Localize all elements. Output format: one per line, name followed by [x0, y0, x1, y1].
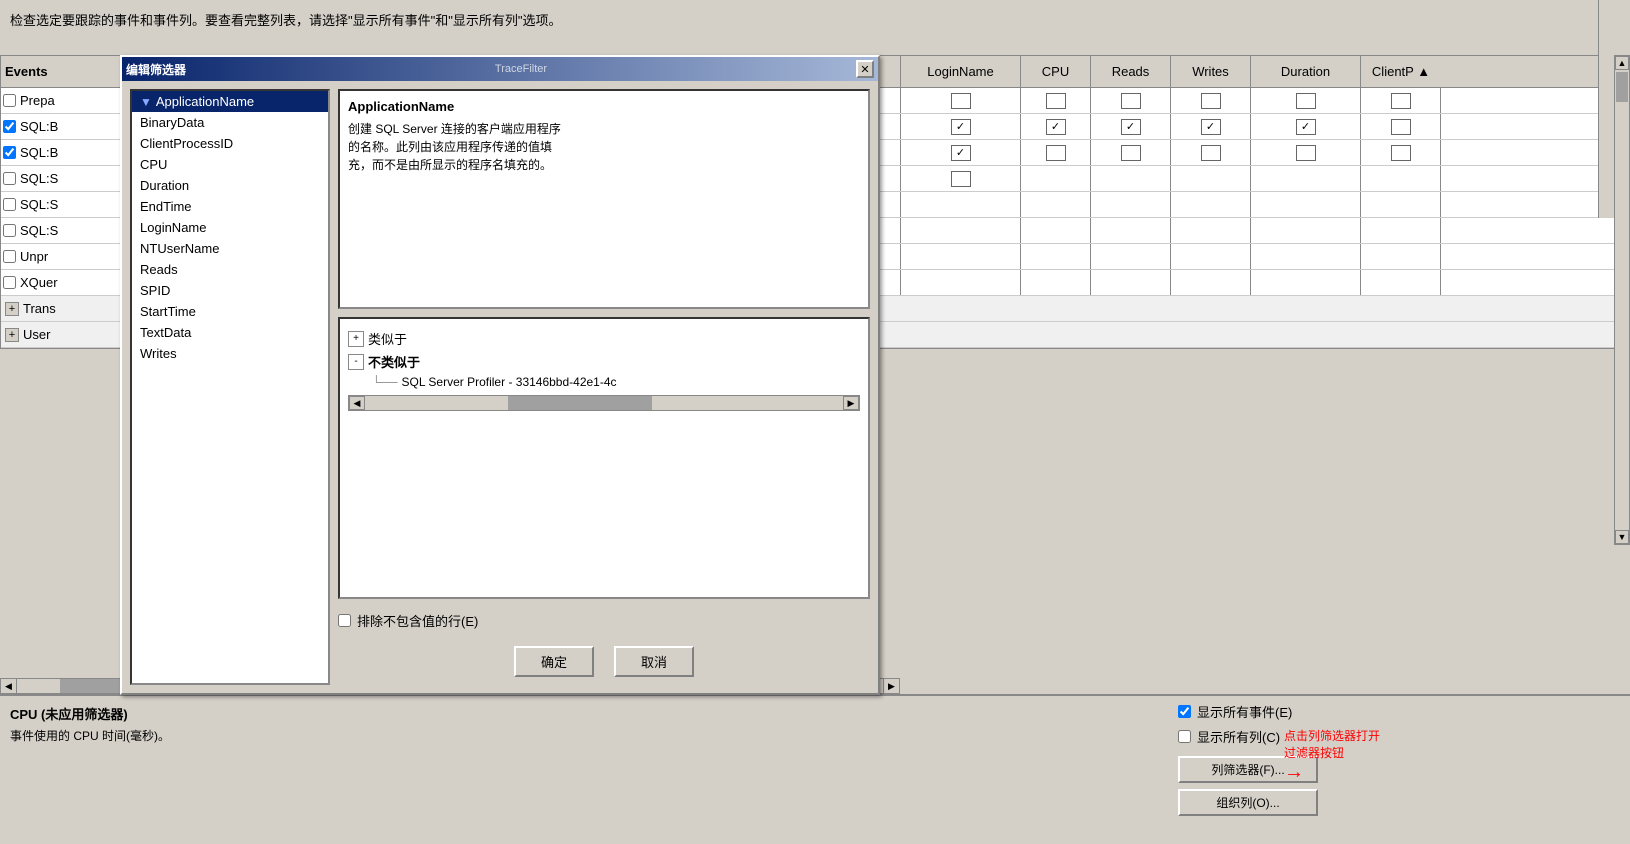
h-scroll-track	[365, 396, 843, 410]
modal-dialog: 编辑筛选器 TraceFilter ✕ ▼ ApplicationName Bi…	[120, 55, 880, 695]
h-scroll-left-btn[interactable]: ◀	[349, 396, 365, 410]
modal-overlay: 编辑筛选器 TraceFilter ✕ ▼ ApplicationName Bi…	[0, 0, 1630, 844]
filter-item-label: TextData	[140, 325, 191, 340]
filter-item-label: Duration	[140, 178, 189, 193]
criteria-similar-row: + 类似于	[348, 327, 860, 350]
filter-list-item[interactable]: ▼ ApplicationName	[132, 91, 328, 112]
filter-item-label: Reads	[140, 262, 178, 277]
filter-item-label: CPU	[140, 157, 167, 172]
cancel-button[interactable]: 取消	[614, 646, 694, 677]
filter-item-label: LoginName	[140, 220, 207, 235]
modal-title: 编辑筛选器	[126, 61, 186, 78]
filter-list-item[interactable]: Reads	[132, 259, 328, 280]
not-similar-value: SQL Server Profiler - 33146bbd-42e1-4c	[402, 375, 617, 389]
ok-button[interactable]: 确定	[514, 646, 594, 677]
modal-title-extra: TraceFilter	[186, 63, 856, 75]
filter-item-label: ClientProcessID	[140, 136, 233, 151]
modal-body: ▼ ApplicationName BinaryData ClientProce…	[122, 81, 878, 693]
tree-indent: └──	[372, 375, 398, 389]
filter-list-item[interactable]: EndTime	[132, 196, 328, 217]
filter-item-label: StartTime	[140, 304, 196, 319]
filter-description-box: ApplicationName 创建 SQL Server 连接的客户端应用程序…	[338, 89, 870, 309]
filter-list-item[interactable]: LoginName	[132, 217, 328, 238]
filter-desc-text: 创建 SQL Server 连接的客户端应用程序 的名称。此列由该应用程序传递的…	[348, 120, 860, 174]
modal-bottom-buttons: 确定 取消	[338, 638, 870, 685]
modal-titlebar: 编辑筛选器 TraceFilter ✕	[122, 57, 878, 81]
main-area: 检查选定要跟踪的事件和事件列。要查看完整列表，请选择"显示所有事件"和"显示所有…	[0, 0, 1630, 844]
not-similar-value-row: └── SQL Server Profiler - 33146bbd-42e1-…	[368, 373, 860, 391]
filter-list-item[interactable]: CPU	[132, 154, 328, 175]
exclude-row: 排除不包含值的行(E)	[338, 611, 870, 630]
h-scroll-right-btn[interactable]: ▶	[843, 396, 859, 410]
filter-list-item[interactable]: SPID	[132, 280, 328, 301]
criteria-h-scrollbar[interactable]: ◀ ▶	[348, 395, 860, 411]
filter-item-label: ApplicationName	[156, 94, 254, 109]
modal-close-button[interactable]: ✕	[856, 60, 874, 78]
criteria-not-similar-row: - 不类似于	[348, 350, 860, 373]
filter-desc-title: ApplicationName	[348, 99, 860, 114]
filter-item-label: NTUserName	[140, 241, 219, 256]
exclude-checkbox[interactable]	[338, 614, 351, 627]
filter-list-item[interactable]: Duration	[132, 175, 328, 196]
filter-list-item[interactable]: NTUserName	[132, 238, 328, 259]
filter-list-item[interactable]: ClientProcessID	[132, 133, 328, 154]
filter-right-panel: ApplicationName 创建 SQL Server 连接的客户端应用程序…	[338, 89, 870, 685]
filter-item-label: BinaryData	[140, 115, 204, 130]
filter-column-list: ▼ ApplicationName BinaryData ClientProce…	[130, 89, 330, 685]
filter-list-item[interactable]: BinaryData	[132, 112, 328, 133]
filter-list-item[interactable]: Writes	[132, 343, 328, 364]
filter-icon: ▼	[140, 95, 152, 109]
not-similar-expand-btn[interactable]: -	[348, 354, 364, 370]
filter-criteria-box: + 类似于 - 不类似于 └── SQL Server Profiler - 3…	[338, 317, 870, 599]
similar-label: 类似于	[368, 329, 407, 348]
filter-list-item[interactable]: StartTime	[132, 301, 328, 322]
h-scroll-thumb[interactable]	[508, 396, 651, 410]
filter-item-label: SPID	[140, 283, 170, 298]
not-similar-label: 不类似于	[368, 352, 420, 371]
filter-item-label: EndTime	[140, 199, 192, 214]
filter-list-item[interactable]: TextData	[132, 322, 328, 343]
exclude-label: 排除不包含值的行(E)	[357, 611, 478, 630]
filter-item-label: Writes	[140, 346, 177, 361]
similar-expand-btn[interactable]: +	[348, 331, 364, 347]
